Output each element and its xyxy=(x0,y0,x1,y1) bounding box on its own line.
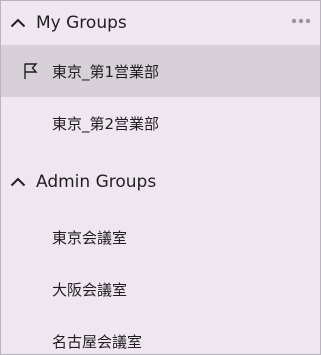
group-item-tokyo-meeting-room[interactable]: 東京会議室 xyxy=(1,211,320,263)
group-item-tokyo-sales-1[interactable]: 東京_第1営業部 xyxy=(1,45,320,97)
admin-groups-list: 東京会議室 大阪会議室 名古屋会議室 xyxy=(1,211,320,354)
admin-groups-header[interactable]: Admin Groups xyxy=(1,160,320,204)
group-item-tokyo-sales-2[interactable]: 東京_第2営業部 xyxy=(1,97,320,149)
more-horizontal-icon[interactable] xyxy=(290,13,312,29)
admin-groups-title: Admin Groups xyxy=(36,172,157,192)
group-item-label: 名古屋会議室 xyxy=(52,332,143,351)
group-item-label: 東京会議室 xyxy=(52,228,128,247)
my-groups-title: My Groups xyxy=(36,13,127,33)
flag-icon xyxy=(23,62,39,80)
chevron-up-icon[interactable] xyxy=(10,13,36,33)
chevron-up-icon[interactable] xyxy=(10,172,36,192)
groups-panel: My Groups 東京_第1営業部 東京_第2営業部 Admin Groups… xyxy=(0,0,321,355)
group-item-nagoya-meeting-room[interactable]: 名古屋会議室 xyxy=(1,315,320,354)
my-groups-list: 東京_第1営業部 東京_第2営業部 xyxy=(1,45,320,149)
group-item-label: 東京_第1営業部 xyxy=(52,62,160,81)
group-item-label: 大阪会議室 xyxy=(52,280,128,299)
my-groups-header[interactable]: My Groups xyxy=(1,1,320,45)
group-item-osaka-meeting-room[interactable]: 大阪会議室 xyxy=(1,263,320,315)
group-item-label: 東京_第2営業部 xyxy=(52,114,160,133)
